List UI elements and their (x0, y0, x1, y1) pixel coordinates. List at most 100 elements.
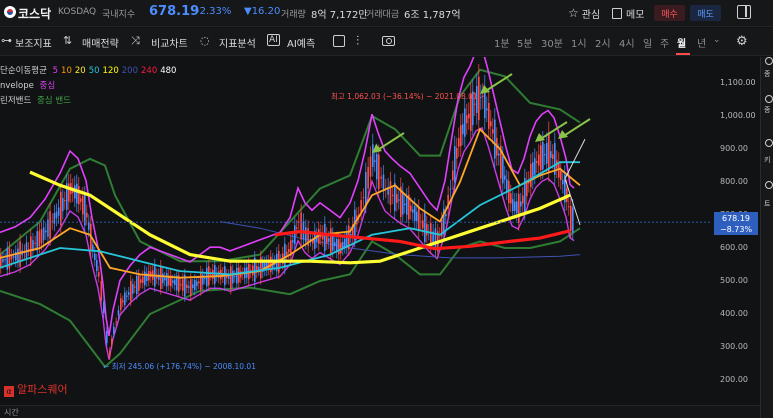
indicator-icon: ⊶ (1, 34, 12, 47)
candle-body (378, 154, 380, 190)
candle-body (198, 281, 200, 284)
timeframe-5min[interactable]: 5분 (517, 35, 533, 50)
analysis-button[interactable]: 지표분석 (219, 35, 256, 50)
memo-button[interactable]: 메모 (612, 5, 644, 21)
candle-body (296, 227, 298, 229)
ma-legend[interactable]: 단순이동평균 5 10 20 50 120 200 240 480 (0, 64, 176, 76)
candle-body (445, 213, 447, 217)
watchlist-button[interactable]: ☆ 관심 (568, 5, 600, 21)
candle-body (30, 236, 32, 260)
candle-body (490, 121, 492, 127)
compare-button[interactable]: 비교차트 (151, 35, 188, 50)
candle-body (510, 193, 512, 204)
candle-body (111, 338, 113, 346)
candle-body (504, 175, 506, 180)
change-amount: ▼16.20 (244, 6, 281, 17)
candlestick-icon[interactable]: ⫶ (356, 34, 359, 49)
current-price: 678.19 (149, 4, 200, 19)
timeframe-4hour[interactable]: 4시 (619, 35, 635, 50)
envelope-legend-label: nvelope (0, 81, 34, 91)
timeframe-30min[interactable]: 30분 (541, 35, 563, 50)
sell-button[interactable]: 매도 (690, 5, 721, 21)
candle-body (82, 195, 84, 215)
candle-body (200, 271, 202, 291)
candle-body (10, 255, 13, 260)
candle-body (538, 154, 540, 166)
stock-category: 국내지수 (102, 10, 136, 20)
ma-legend-label: 단순이동평균 (0, 66, 47, 76)
indicators-button[interactable]: 보조지표 (15, 35, 52, 50)
memo-icon (612, 7, 622, 19)
candle-body (45, 230, 47, 233)
candle-body (522, 195, 524, 204)
ma-period-10: 10 (61, 66, 72, 76)
candle-body (362, 197, 365, 198)
candle-body (410, 205, 412, 212)
candle-body (488, 103, 490, 129)
candle-body (55, 211, 58, 219)
candle-body (113, 326, 115, 335)
candle-body (468, 113, 470, 119)
korea-flag-icon (4, 6, 16, 18)
strategy-button[interactable]: 매매전략 (82, 35, 119, 50)
candle-body (424, 211, 426, 242)
volume-label: 거래량 (281, 10, 306, 20)
candle-body (106, 331, 108, 344)
candle-body (115, 321, 117, 323)
timeframe-1hour[interactable]: 1시 (571, 35, 587, 50)
gear-icon[interactable]: ⚙ (736, 34, 748, 49)
timeframe-month[interactable]: 월 (677, 35, 686, 50)
candle-body (460, 125, 462, 147)
bollinger-legend[interactable]: 린저밴드 중심 밴드 (0, 94, 71, 106)
candle-body (546, 143, 548, 164)
candle-body (160, 266, 162, 290)
sidebar-toggle-icon[interactable] (737, 5, 751, 19)
timeframe-more-icon[interactable]: ⌄ (713, 35, 721, 45)
candle-body (486, 108, 488, 111)
panel-circle-icon[interactable] (765, 95, 773, 103)
buy-button[interactable]: 매수 (654, 5, 685, 21)
candle-body (305, 227, 307, 243)
high-annotation: 최고 1,062.03 (−36.14%) − 2021.08.01 (331, 92, 478, 101)
panel-circle-icon[interactable] (765, 181, 773, 189)
candle-body (117, 310, 120, 316)
candle-body (380, 176, 382, 179)
timeframe-2hour[interactable]: 2시 (595, 35, 611, 50)
trend-line (564, 138, 586, 179)
candle-body (520, 201, 522, 207)
square-tool-icon[interactable] (333, 35, 345, 47)
candle-body (130, 280, 132, 301)
timeframe-year[interactable]: 년 (697, 35, 706, 50)
candle-body (332, 234, 334, 251)
timeframe-day[interactable]: 일 (643, 35, 652, 50)
panel-circle-icon[interactable] (765, 57, 773, 65)
candle-body (38, 230, 41, 247)
candle-body (0, 254, 2, 268)
candle-body (394, 182, 396, 211)
timeframe-week[interactable]: 주 (660, 35, 669, 50)
panel-label: 종 (764, 106, 771, 114)
ai-prediction-button[interactable]: AI예측 (287, 35, 315, 50)
camera-icon[interactable] (382, 36, 395, 46)
panel-label: 트 (764, 200, 771, 208)
y-tick-label: 200.00 (720, 375, 748, 384)
candle-body (210, 274, 212, 276)
chart-canvas[interactable] (0, 57, 712, 405)
panel-circle-icon[interactable] (765, 139, 773, 147)
candle-body (76, 183, 78, 204)
candle-body (434, 228, 437, 250)
candle-body (324, 223, 326, 251)
ma-period-5: 5 (52, 66, 59, 76)
envelope-legend[interactable]: nvelope 중심 (0, 79, 55, 91)
candle-body (552, 154, 554, 159)
timeframe-1min[interactable]: 1분 (494, 35, 510, 50)
candle-body (204, 278, 206, 280)
candle-body (372, 144, 374, 167)
candle-body (498, 153, 500, 156)
stock-name[interactable]: 코스닥 (18, 5, 51, 22)
candle-body (298, 221, 300, 223)
compare-icon: ⤨ (131, 34, 140, 47)
candle-body (120, 298, 122, 310)
price-chart[interactable] (0, 57, 712, 405)
panel-label: 종 (764, 70, 771, 78)
